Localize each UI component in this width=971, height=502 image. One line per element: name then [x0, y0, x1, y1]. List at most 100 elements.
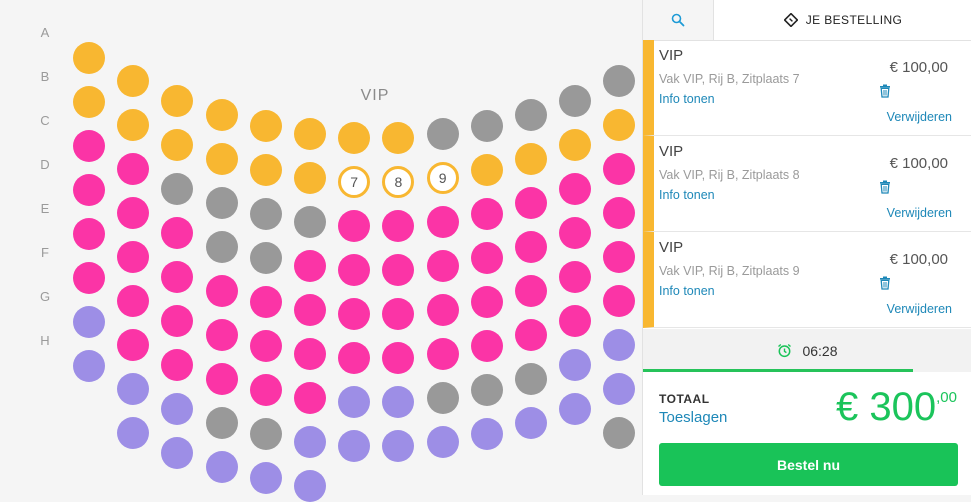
seat[interactable]: [294, 250, 326, 282]
seat[interactable]: [294, 382, 326, 414]
seat[interactable]: [426, 118, 459, 150]
seat[interactable]: [117, 417, 150, 449]
seat[interactable]: [249, 418, 282, 450]
seat[interactable]: [559, 393, 592, 425]
item-remove-link[interactable]: Verwijderen: [887, 302, 952, 316]
seat[interactable]: [603, 417, 636, 449]
selected-seat[interactable]: 9: [426, 162, 459, 194]
seat[interactable]: [382, 342, 415, 374]
seat[interactable]: [470, 374, 503, 406]
seat[interactable]: [161, 437, 194, 469]
seat[interactable]: [426, 250, 459, 282]
seat[interactable]: [249, 286, 282, 318]
seat[interactable]: [161, 305, 194, 337]
seat[interactable]: [249, 154, 282, 186]
seat[interactable]: [205, 407, 238, 439]
seat[interactable]: [73, 262, 105, 294]
seat[interactable]: [161, 393, 194, 425]
seat[interactable]: [559, 261, 592, 293]
seat[interactable]: [603, 109, 636, 141]
seat[interactable]: [426, 206, 459, 238]
seat[interactable]: [161, 129, 194, 161]
seat[interactable]: [73, 174, 105, 206]
seat[interactable]: [382, 210, 415, 242]
seat[interactable]: [117, 241, 150, 273]
seat[interactable]: [205, 363, 238, 395]
seat[interactable]: [205, 143, 238, 175]
seat[interactable]: [338, 430, 371, 462]
seat[interactable]: [249, 374, 282, 406]
seat[interactable]: [338, 298, 371, 330]
seat[interactable]: [338, 342, 371, 374]
seat[interactable]: [515, 99, 547, 131]
trash-icon[interactable]: [879, 84, 891, 98]
seat[interactable]: [603, 329, 636, 361]
seat[interactable]: [470, 198, 503, 230]
item-info-link[interactable]: Info tonen: [659, 188, 715, 202]
seat[interactable]: [559, 85, 592, 117]
seat[interactable]: [382, 430, 415, 462]
seat[interactable]: [294, 206, 326, 238]
seat[interactable]: [73, 350, 105, 382]
order-now-button[interactable]: Bestel nu: [659, 443, 958, 486]
seat[interactable]: [426, 294, 459, 326]
tab-my-order[interactable]: JE BESTELLING: [714, 0, 971, 40]
seat[interactable]: [294, 294, 326, 326]
trash-icon[interactable]: [879, 276, 891, 290]
seat[interactable]: [73, 42, 105, 74]
seat[interactable]: [73, 130, 105, 162]
seat[interactable]: [470, 110, 503, 142]
seat[interactable]: [294, 118, 326, 150]
seat[interactable]: [249, 242, 282, 274]
seat[interactable]: [117, 329, 150, 361]
seat[interactable]: [161, 217, 194, 249]
seat[interactable]: [559, 349, 592, 381]
seat[interactable]: [559, 217, 592, 249]
seat[interactable]: [205, 187, 238, 219]
seat[interactable]: [205, 275, 238, 307]
seat[interactable]: [294, 162, 326, 194]
seat[interactable]: [603, 373, 636, 405]
tab-search[interactable]: [643, 0, 714, 40]
trash-icon[interactable]: [879, 180, 891, 194]
seat[interactable]: [515, 363, 547, 395]
seat[interactable]: [117, 65, 150, 97]
seat[interactable]: [470, 242, 503, 274]
seat[interactable]: [249, 462, 282, 494]
seat[interactable]: [426, 338, 459, 370]
seat[interactable]: [515, 275, 547, 307]
seat[interactable]: [249, 110, 282, 142]
item-info-link[interactable]: Info tonen: [659, 92, 715, 106]
seat[interactable]: [603, 241, 636, 273]
seat[interactable]: [603, 197, 636, 229]
seat[interactable]: [205, 451, 238, 483]
seat[interactable]: [249, 330, 282, 362]
seat[interactable]: [603, 65, 636, 97]
seat[interactable]: [161, 349, 194, 381]
seat[interactable]: [205, 319, 238, 351]
item-info-link[interactable]: Info tonen: [659, 284, 715, 298]
item-remove-link[interactable]: Verwijderen: [887, 206, 952, 220]
seat[interactable]: [470, 154, 503, 186]
selected-seat[interactable]: 7: [338, 166, 371, 198]
seat[interactable]: [515, 231, 547, 263]
seat[interactable]: [73, 218, 105, 250]
seat[interactable]: [161, 261, 194, 293]
seat[interactable]: [117, 285, 150, 317]
seat[interactable]: [470, 330, 503, 362]
seat[interactable]: [515, 187, 547, 219]
seat[interactable]: [382, 122, 415, 154]
seat[interactable]: [338, 254, 371, 286]
seat[interactable]: [470, 286, 503, 318]
seat[interactable]: [559, 305, 592, 337]
seat[interactable]: [294, 426, 326, 458]
selected-seat[interactable]: 8: [382, 166, 415, 198]
seat[interactable]: [338, 210, 371, 242]
seat[interactable]: [515, 407, 547, 439]
seat[interactable]: [249, 198, 282, 230]
seat[interactable]: [294, 338, 326, 370]
seat[interactable]: [515, 143, 547, 175]
seat[interactable]: [294, 470, 326, 502]
seat[interactable]: [73, 306, 105, 338]
seat[interactable]: [470, 418, 503, 450]
